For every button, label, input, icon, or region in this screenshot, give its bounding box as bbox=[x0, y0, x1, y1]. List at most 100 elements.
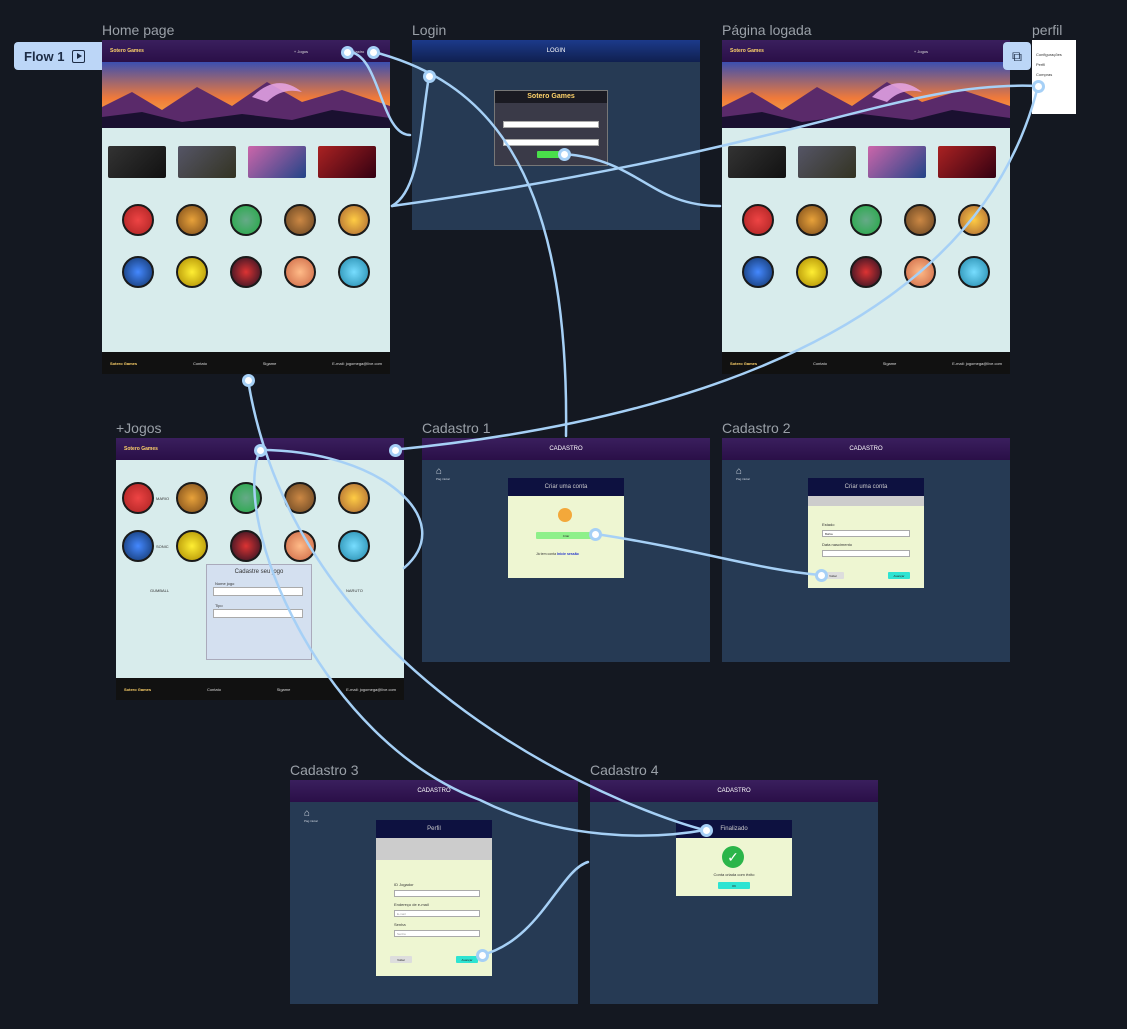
frame-logged[interactable]: Sotero Games + Jogos Sotero Games Contat… bbox=[722, 40, 1010, 374]
frame-jogos[interactable]: Sotero Games MARIO SONIC GUMBALL NARUTO … bbox=[116, 438, 404, 700]
char-label: NARUTO bbox=[346, 588, 363, 593]
char-mario[interactable] bbox=[122, 482, 154, 514]
cad3-next-button[interactable]: Avançar bbox=[456, 956, 478, 963]
flow-badge[interactable]: Flow 1 bbox=[14, 42, 106, 70]
email-input[interactable]: E-mail bbox=[394, 910, 480, 917]
char-barbie[interactable] bbox=[904, 256, 936, 288]
connector-node[interactable] bbox=[367, 46, 380, 59]
char-pikachu[interactable] bbox=[796, 256, 828, 288]
connector-node[interactable] bbox=[389, 444, 402, 457]
char-gumball[interactable] bbox=[796, 204, 828, 236]
game-thumb[interactable] bbox=[318, 146, 376, 178]
char-spiderman[interactable] bbox=[230, 530, 262, 562]
char-spiderman[interactable] bbox=[230, 256, 262, 288]
frame-login[interactable]: LOGIN ⌂ Sotero Games bbox=[412, 40, 700, 230]
footer-facebook[interactable]: Sigame bbox=[263, 361, 277, 366]
perfil-item[interactable]: Configurações bbox=[1036, 52, 1062, 57]
char-crash[interactable] bbox=[284, 204, 316, 236]
frame-cad2[interactable]: CADASTRO ⌂ Pág inicial Criar uma conta Es… bbox=[722, 438, 1010, 662]
connector-node[interactable] bbox=[815, 569, 828, 582]
perfil-item[interactable]: Perfil bbox=[1036, 62, 1045, 67]
frame-title-cad1: Cadastro 1 bbox=[422, 420, 491, 436]
game-thumb[interactable] bbox=[728, 146, 786, 178]
home-icon[interactable]: ⌂ Pág inicial bbox=[736, 466, 750, 481]
cad1-create-button[interactable]: Criar bbox=[536, 532, 596, 539]
connector-node[interactable] bbox=[589, 528, 602, 541]
footer-email[interactable]: E-mail: jogomega@live.com bbox=[332, 361, 382, 366]
char-ben[interactable] bbox=[850, 204, 882, 236]
frame-perfil[interactable]: Configurações Perfil Compras bbox=[1032, 40, 1076, 114]
connector-node[interactable] bbox=[254, 444, 267, 457]
connector-node[interactable] bbox=[700, 824, 713, 837]
footer-contato[interactable]: Contato bbox=[193, 361, 207, 366]
char-ben[interactable] bbox=[230, 204, 262, 236]
menu-jogos[interactable]: + Jogos bbox=[294, 49, 308, 54]
cad2-next-button[interactable]: Avançar bbox=[888, 572, 910, 579]
char-ben[interactable] bbox=[230, 482, 262, 514]
site-footer: Sotero Games Contato Sigame E-mail: jogo… bbox=[722, 352, 1010, 374]
connector-node[interactable] bbox=[476, 949, 489, 962]
flow-label: Flow 1 bbox=[24, 48, 65, 64]
char-sonic[interactable] bbox=[742, 256, 774, 288]
game-thumb[interactable] bbox=[868, 146, 926, 178]
char-mario[interactable] bbox=[742, 204, 774, 236]
perfil-item[interactable]: Compras bbox=[1036, 72, 1052, 77]
char-blue[interactable] bbox=[338, 256, 370, 288]
player-id-input[interactable] bbox=[394, 890, 480, 897]
char-mario[interactable] bbox=[122, 204, 154, 236]
char-naruto[interactable] bbox=[958, 204, 990, 236]
footer-email[interactable]: E-mail: jogomega@live.com bbox=[952, 361, 1002, 366]
footer-contato[interactable]: Contato bbox=[813, 361, 827, 366]
frame-cad3[interactable]: CADASTRO ⌂ Pág inicial Perfil ID Jogador … bbox=[290, 780, 578, 1004]
char-naruto[interactable] bbox=[338, 482, 370, 514]
game-thumb[interactable] bbox=[178, 146, 236, 178]
char-barbie[interactable] bbox=[284, 256, 316, 288]
footer-logo: Sotero Games bbox=[124, 686, 152, 692]
footer-facebook[interactable]: Sigame bbox=[883, 361, 897, 366]
char-crash[interactable] bbox=[904, 204, 936, 236]
date-select[interactable] bbox=[822, 550, 910, 557]
footer-contato[interactable]: Contato bbox=[207, 687, 221, 692]
connector-node[interactable] bbox=[423, 70, 436, 83]
footer-email[interactable]: E-mail: jogomega@live.com bbox=[346, 687, 396, 692]
frame-home[interactable]: Sotero Games + Jogos Cadastro Sotero Gam… bbox=[102, 40, 390, 374]
char-sonic[interactable] bbox=[122, 256, 154, 288]
cad3-back-button[interactable]: Voltar bbox=[390, 956, 412, 963]
connector-node[interactable] bbox=[242, 374, 255, 387]
menu-jogos[interactable]: + Jogos bbox=[914, 49, 928, 54]
game-thumb[interactable] bbox=[798, 146, 856, 178]
password-input[interactable]: Senha bbox=[394, 930, 480, 937]
char-pikachu[interactable] bbox=[176, 530, 208, 562]
char-barbie[interactable] bbox=[284, 530, 316, 562]
game-type-input[interactable] bbox=[213, 609, 303, 618]
site-logo: Sotero Games bbox=[124, 445, 158, 452]
home-icon[interactable]: ⌂ Pág inicial bbox=[436, 466, 450, 481]
char-spiderman[interactable] bbox=[850, 256, 882, 288]
cad4-ok-button[interactable]: OK bbox=[718, 882, 750, 889]
connector-node[interactable] bbox=[558, 148, 571, 161]
connector-node[interactable] bbox=[1032, 80, 1045, 93]
home-icon[interactable]: ⌂ Pág inicial bbox=[304, 808, 318, 823]
connector-node[interactable] bbox=[341, 46, 354, 59]
game-name-input[interactable] bbox=[213, 587, 303, 596]
login-link[interactable]: Inicie sessão bbox=[557, 552, 579, 556]
footer-facebook[interactable]: Sigame bbox=[277, 687, 291, 692]
char-gumball[interactable] bbox=[176, 204, 208, 236]
state-select[interactable]: Bahia bbox=[822, 530, 910, 537]
char-crash[interactable] bbox=[284, 482, 316, 514]
profile-node-icon[interactable]: ⧉ bbox=[1003, 42, 1031, 70]
char-naruto[interactable] bbox=[338, 204, 370, 236]
char-blue[interactable] bbox=[958, 256, 990, 288]
char-gumball[interactable] bbox=[176, 482, 208, 514]
login-user-field[interactable] bbox=[503, 121, 599, 128]
char-sonic[interactable] bbox=[122, 530, 154, 562]
login-pass-field[interactable] bbox=[503, 139, 599, 146]
frame-cad1[interactable]: CADASTRO ⌂ Pág inicial Criar uma conta Cr… bbox=[422, 438, 710, 662]
frame-title-cad3: Cadastro 3 bbox=[290, 762, 359, 778]
game-thumb[interactable] bbox=[248, 146, 306, 178]
game-thumb[interactable] bbox=[108, 146, 166, 178]
game-thumb[interactable] bbox=[938, 146, 996, 178]
char-blue[interactable] bbox=[338, 530, 370, 562]
frame-cad4[interactable]: CADASTRO Finalizado ✓ Conta criada com ê… bbox=[590, 780, 878, 1004]
char-pikachu[interactable] bbox=[176, 256, 208, 288]
